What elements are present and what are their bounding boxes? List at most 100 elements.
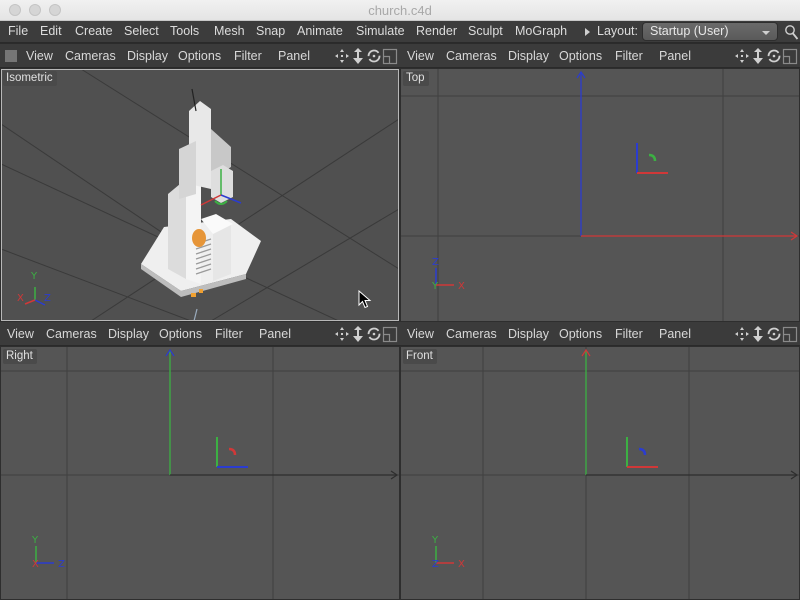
menu-tools[interactable]: Tools: [170, 24, 199, 38]
axis-label-vertical: Y: [31, 535, 39, 546]
viewport-nav-icons: [334, 325, 398, 343]
menu-snap[interactable]: Snap: [256, 24, 285, 38]
viewport-isometric[interactable]: View Cameras Display Options Filter Panel Y Z X I…: [0, 44, 400, 322]
menu-simulate[interactable]: Simulate: [356, 24, 405, 38]
layout-dropdown-value: Startup (User): [650, 24, 729, 38]
viewport-canvas[interactable]: Y Z X Front: [401, 347, 799, 599]
church-model[interactable]: [141, 101, 261, 297]
viewport-menu-cameras[interactable]: Cameras: [446, 49, 497, 63]
axis-label-vertical: Z: [432, 257, 439, 268]
isometric-scene: YZ X: [1, 69, 399, 321]
rotate-view-icon[interactable]: [366, 47, 382, 65]
viewport-menu-options[interactable]: Options: [159, 327, 202, 341]
zoom-view-icon[interactable]: [350, 47, 366, 65]
search-icon[interactable]: [784, 23, 800, 41]
ortho-scene: Z Y X: [401, 69, 799, 321]
viewport-menu-filter[interactable]: Filter: [215, 327, 243, 341]
menu-select[interactable]: Select: [124, 24, 159, 38]
viewport-canvas[interactable]: Y Z X Isometric: [1, 69, 399, 321]
viewport-menu-options[interactable]: Options: [178, 49, 221, 63]
viewport-menu-view[interactable]: View: [26, 49, 53, 63]
viewport-canvas[interactable]: Z Y X Top: [401, 69, 799, 321]
viewport-toolbar: View Cameras Display Options Filter Panel: [400, 44, 800, 68]
menu-file[interactable]: File: [8, 24, 28, 38]
menu-mesh[interactable]: Mesh: [214, 24, 245, 38]
viewport-menu-panel[interactable]: Panel: [659, 49, 691, 63]
viewport-front[interactable]: View Cameras Display Options Filter Panel Y Z X F…: [400, 322, 800, 600]
viewport-menu-view[interactable]: View: [7, 327, 34, 341]
viewport-menu-options[interactable]: Options: [559, 327, 602, 341]
zoom-view-icon[interactable]: [750, 325, 766, 343]
move-view-icon[interactable]: [334, 47, 350, 65]
menu-create[interactable]: Create: [75, 24, 113, 38]
viewport-menu-cameras[interactable]: Cameras: [446, 327, 497, 341]
axis-label-horizontal: X: [458, 559, 465, 570]
window-title: church.c4d: [368, 3, 432, 18]
zoom-view-icon[interactable]: [350, 325, 366, 343]
viewport-menu-display[interactable]: Display: [127, 49, 168, 63]
viewport-canvas[interactable]: Y X Z Right: [1, 347, 399, 599]
viewport-menu-view[interactable]: View: [407, 327, 434, 341]
zoom-view-icon[interactable]: [750, 47, 766, 65]
maximize-view-icon[interactable]: [382, 325, 398, 343]
mouse-cursor-icon: [358, 290, 372, 309]
viewport-menu-filter[interactable]: Filter: [615, 49, 643, 63]
ortho-scene: Y Z X: [401, 347, 799, 599]
chevron-down-icon: [762, 31, 770, 35]
viewport-right[interactable]: View Cameras Display Options Filter Panel Y X Z R…: [0, 322, 400, 600]
move-view-icon[interactable]: [334, 325, 350, 343]
maximize-view-icon[interactable]: [382, 47, 398, 65]
viewport-menu-view[interactable]: View: [407, 49, 434, 63]
maximize-view-icon[interactable]: [782, 325, 798, 343]
viewport-nav-icons: [734, 47, 798, 65]
viewport-menu-cameras[interactable]: Cameras: [65, 49, 116, 63]
viewport-camera-label[interactable]: Top: [403, 71, 429, 86]
axis-label-x: X: [17, 293, 24, 304]
viewport-menu-panel[interactable]: Panel: [659, 327, 691, 341]
viewport-menu-filter[interactable]: Filter: [615, 327, 643, 341]
object-gizmo[interactable]: [636, 143, 668, 174]
object-gizmo[interactable]: [216, 437, 248, 468]
window-titlebar: church.c4d: [0, 0, 800, 21]
menu-sculpt[interactable]: Sculpt: [468, 24, 503, 38]
maximize-view-icon[interactable]: [782, 47, 798, 65]
rotate-view-icon[interactable]: [766, 325, 782, 343]
rotate-view-icon[interactable]: [366, 325, 382, 343]
layout-label: Layout:: [597, 24, 639, 38]
menu-mograph[interactable]: MoGraph: [515, 24, 567, 38]
axis-indicator: [435, 268, 454, 286]
viewport-camera-label[interactable]: Isometric: [3, 71, 57, 86]
object-gizmo[interactable]: [626, 437, 658, 468]
viewport-toolbar: View Cameras Display Options Filter Panel: [400, 322, 800, 346]
viewport-camera-label[interactable]: Front: [403, 349, 437, 364]
viewport-toolbar: View Cameras Display Options Filter Panel: [0, 44, 400, 68]
viewport-menu-display[interactable]: Display: [508, 327, 549, 341]
layout-dropdown[interactable]: Startup (User): [642, 22, 778, 41]
menu-edit[interactable]: Edit: [40, 24, 62, 38]
axis-label-z: Z: [44, 293, 51, 304]
viewport-menu-cameras[interactable]: Cameras: [46, 327, 97, 341]
viewport-menu-panel[interactable]: Panel: [278, 49, 310, 63]
move-view-icon[interactable]: [734, 47, 750, 65]
axis-label-horizontal: X: [458, 281, 465, 292]
viewport-menu-display[interactable]: Display: [108, 327, 149, 341]
axis-label-vertical: Y: [431, 535, 439, 546]
axis-label-depth: X: [32, 559, 39, 570]
viewport-nav-icons: [334, 47, 398, 65]
axis-label-depth: Y: [431, 281, 439, 292]
viewport-menu-display[interactable]: Display: [508, 49, 549, 63]
move-view-icon[interactable]: [734, 325, 750, 343]
viewport-menu-filter[interactable]: Filter: [234, 49, 262, 63]
layout-expand-arrow-icon[interactable]: [585, 28, 590, 36]
menu-render[interactable]: Render: [416, 24, 457, 38]
rotate-view-icon[interactable]: [766, 47, 782, 65]
ortho-scene: Y X Z: [1, 347, 399, 599]
viewport-toolbar: View Cameras Display Options Filter Panel: [0, 322, 400, 346]
viewport-menu-options[interactable]: Options: [559, 49, 602, 63]
drag-handle-icon[interactable]: [5, 50, 17, 62]
viewport-top[interactable]: View Cameras Display Options Filter Panel Z Y X T…: [400, 44, 800, 322]
menu-animate[interactable]: Animate: [297, 24, 343, 38]
character-figure[interactable]: [192, 229, 206, 247]
viewport-camera-label[interactable]: Right: [3, 349, 37, 364]
viewport-menu-panel[interactable]: Panel: [259, 327, 291, 341]
